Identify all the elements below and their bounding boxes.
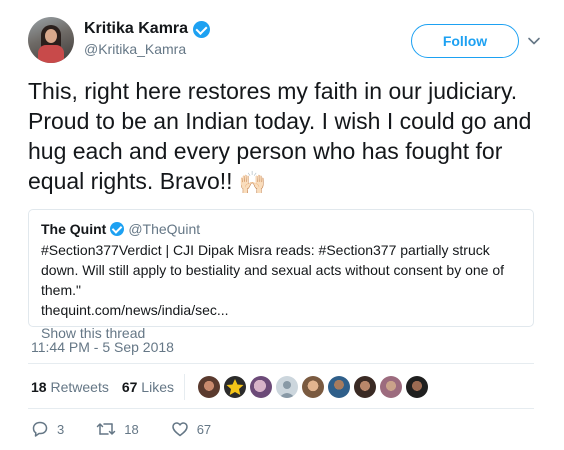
verified-badge-icon [110,222,125,236]
author-display-name[interactable]: Kritika Kamra [84,20,188,38]
retweet-button[interactable]: 18 [96,420,139,438]
follow-button[interactable]: Follow [411,24,519,58]
quoted-tweet-body: #Section377Verdict | CJI Dipak Misra rea… [41,242,505,298]
tweet-timestamp[interactable]: 11:44 PM - 5 Sep 2018 [31,339,174,355]
quoted-tweet[interactable]: The Quint @TheQuint #Section377Verdict |… [28,209,534,341]
raised-hands-emoji-icon: 🙌🏻 [238,169,266,195]
engagement-stats: 18 Retweets 67 Likes [31,373,432,401]
quoted-tweet-text: #Section377Verdict | CJI Dipak Misra rea… [41,240,521,320]
like-count: 67 [196,421,212,437]
quoted-tweet-link[interactable]: thequint.com/news/india/sec... [41,302,229,318]
author-display-name-row[interactable]: Kritika Kamra [84,20,211,38]
retweets-stat[interactable]: 18 Retweets [31,379,109,395]
divider [28,363,534,364]
tweet-text: This, right here restores my faith in ou… [28,76,548,198]
likes-label: Likes [141,379,174,395]
liker-avatar[interactable] [327,376,350,398]
author-names[interactable]: Kritika Kamra @Kritika_Kamra [84,20,211,57]
likes-count: 67 [121,379,138,395]
like-button[interactable]: 67 [171,420,211,438]
liker-avatar[interactable] [223,376,246,398]
chevron-down-icon[interactable] [526,33,542,49]
reply-count: 3 [57,421,65,437]
verified-badge-icon [193,20,211,38]
quoted-tweet-header: The Quint @TheQuint [41,221,521,237]
liker-avatars [197,376,432,398]
tweet-body: This, right here restores my faith in ou… [28,78,532,194]
stats-divider [183,374,185,400]
liker-avatar[interactable] [197,376,220,398]
liker-avatar[interactable] [379,376,402,398]
author-avatar[interactable] [28,17,74,63]
likes-stat[interactable]: 67 Likes [122,379,174,395]
quoted-author-handle: @TheQuint [128,221,201,237]
liker-avatar[interactable] [353,376,376,398]
retweets-label: Retweets [50,379,109,395]
retweets-count: 18 [31,379,47,395]
heart-icon [171,422,188,437]
retweet-icon [96,423,116,435]
liker-avatar[interactable] [405,376,428,398]
liker-avatar[interactable] [301,376,324,398]
reply-button[interactable]: 3 [31,420,64,438]
retweet-count: 18 [124,421,139,437]
tweet-header: Kritika Kamra @Kritika_Kamra Follow [28,17,548,65]
liker-avatar[interactable] [249,376,272,398]
divider [28,408,534,409]
tweet-actions: 3 18 67 [31,420,243,438]
quoted-author-name: The Quint [41,221,107,237]
author-handle[interactable]: @Kritika_Kamra [84,41,210,57]
liker-avatar[interactable] [275,376,298,398]
reply-icon [32,421,48,437]
